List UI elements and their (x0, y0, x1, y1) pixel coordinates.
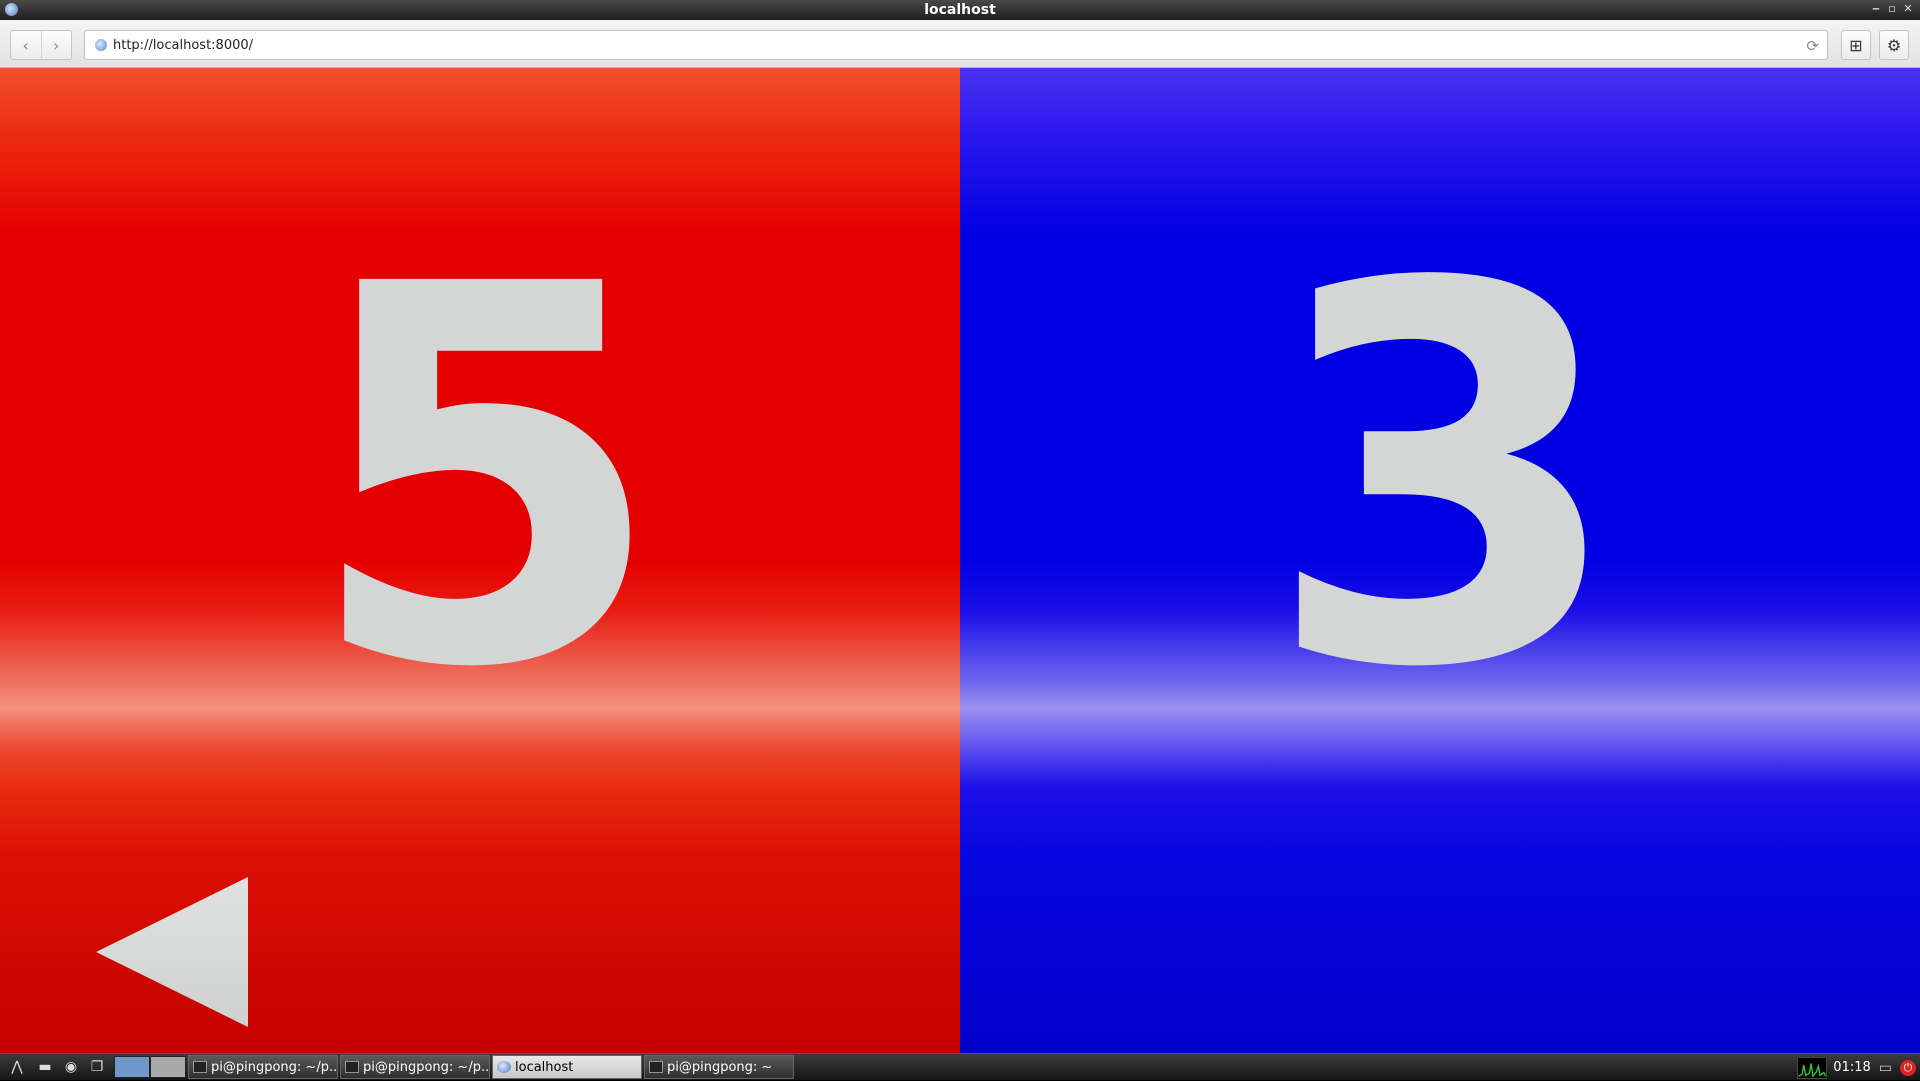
back-button[interactable]: ‹ (11, 31, 41, 59)
browser-toolbar: ‹ › ⟳ ⊞ ⚙ (0, 20, 1920, 68)
file-manager-icon[interactable]: ▬ (32, 1056, 58, 1078)
browser-icon (497, 1061, 511, 1073)
task-label: pi@pingpong: ~/p... (363, 1059, 490, 1075)
task-label: pi@pingpong: ~ (667, 1059, 773, 1075)
task-terminal-1[interactable]: pi@pingpong: ~/p... (188, 1055, 338, 1079)
power-icon[interactable]: ⏻ (1900, 1059, 1916, 1076)
taskbar: ⋀ ▬ ◉ ❐ pi@pingpong: ~/p... pi@pingpong:… (0, 1053, 1920, 1080)
clock[interactable]: 01:18 (1833, 1060, 1870, 1075)
url-input[interactable] (113, 37, 1793, 53)
desktop-1[interactable] (114, 1056, 150, 1078)
terminal-icon (649, 1061, 663, 1073)
left-score: 5 (304, 175, 666, 781)
site-globe-icon (95, 39, 107, 51)
reload-icon[interactable]: ⟳ (1806, 37, 1819, 55)
nav-buttons: ‹ › (10, 30, 72, 60)
task-terminal-3[interactable]: pi@pingpong: ~ (644, 1055, 794, 1079)
settings-button[interactable]: ⚙ (1879, 30, 1909, 60)
window-titlebar[interactable]: localhost ‒ ▫ ✕ (0, 0, 1920, 20)
close-icon[interactable]: ✕ (1902, 2, 1914, 16)
desktop-2[interactable] (150, 1056, 186, 1078)
right-player-panel[interactable]: 3 (960, 68, 1920, 1053)
system-tray: 01:18 ▭ ⏻ (1797, 1054, 1920, 1081)
right-score: 3 (1264, 175, 1626, 781)
browser-launcher-icon[interactable]: ◉ (58, 1056, 84, 1078)
network-icon[interactable]: ▭ (1879, 1060, 1892, 1076)
maximize-icon[interactable]: ▫ (1886, 2, 1898, 16)
task-label: pi@pingpong: ~/p... (211, 1059, 338, 1075)
browser-app-icon (5, 3, 18, 16)
serve-indicator-icon (96, 877, 248, 1027)
terminal-icon (193, 1061, 207, 1073)
left-player-panel[interactable]: 5 (0, 68, 960, 1053)
start-menu-icon[interactable]: ⋀ (2, 1056, 32, 1078)
bookmark-button[interactable]: ⊞ (1841, 30, 1871, 60)
forward-button[interactable]: › (40, 31, 72, 59)
address-bar[interactable]: ⟳ (84, 30, 1828, 60)
desktop-pager (114, 1056, 186, 1078)
task-label: localhost (515, 1059, 574, 1075)
cpu-monitor-icon (1797, 1056, 1828, 1079)
window-title: localhost (924, 2, 996, 18)
task-terminal-2[interactable]: pi@pingpong: ~/p... (340, 1055, 490, 1079)
minimize-icon[interactable]: ‒ (1870, 2, 1882, 16)
terminal-icon (345, 1061, 359, 1073)
task-browser[interactable]: localhost (492, 1055, 642, 1079)
show-desktop-icon[interactable]: ❐ (84, 1056, 110, 1078)
